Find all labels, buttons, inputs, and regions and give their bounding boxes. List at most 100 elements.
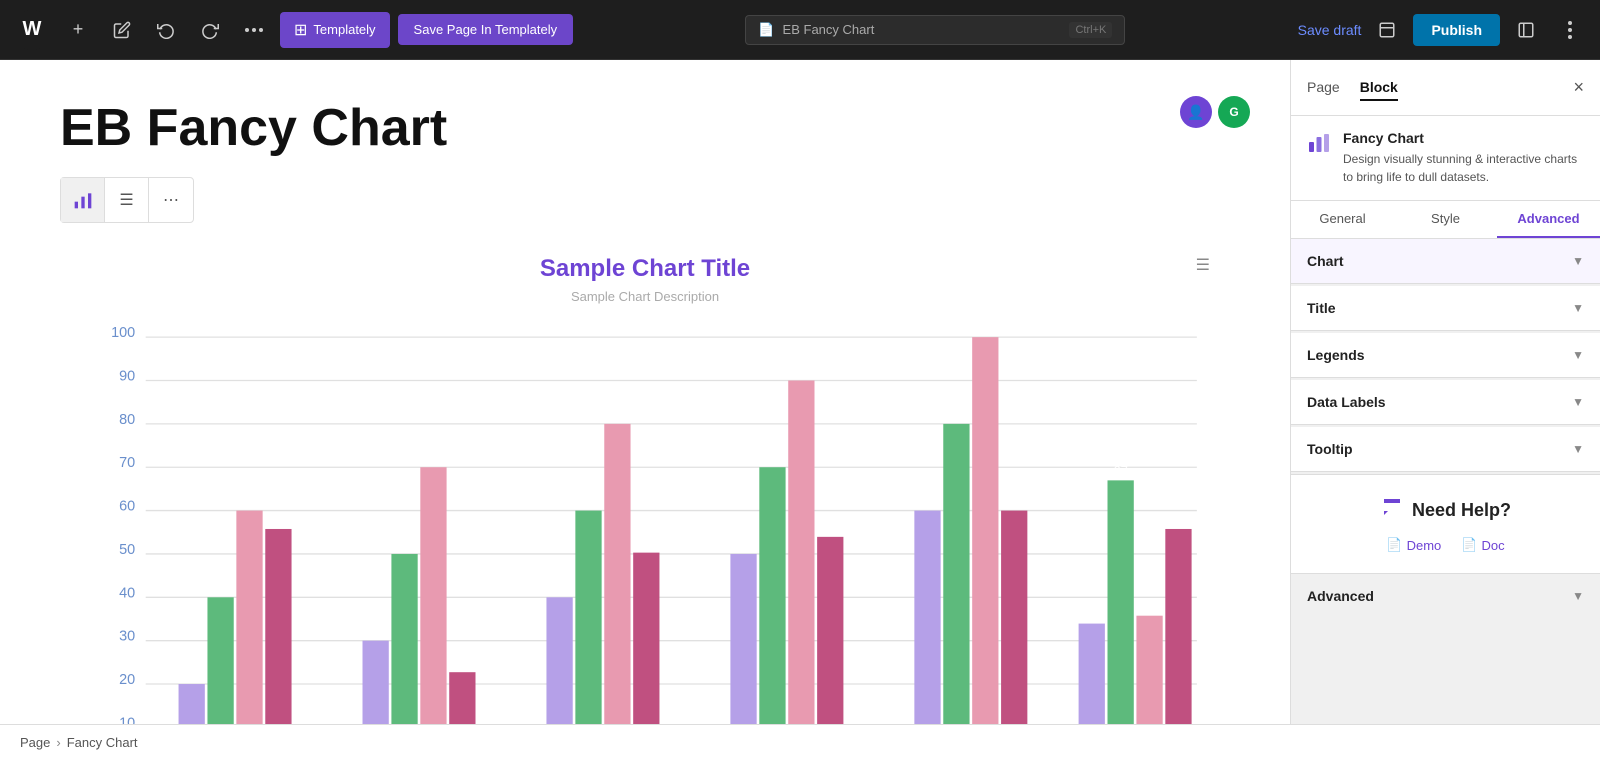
- block-toolbar: ☰ ⋯: [60, 177, 194, 223]
- svg-text:20: 20: [184, 667, 199, 682]
- plugin-desc: Design visually stunning & interactive c…: [1343, 150, 1584, 186]
- svg-text:50: 50: [736, 537, 751, 552]
- accordion-legends-chevron: ▼: [1572, 348, 1584, 362]
- canvas-area: 👤 G EB Fancy Chart ☰ ⋯ ☰ Sample Chart Ti…: [0, 60, 1290, 760]
- search-text: EB Fancy Chart: [783, 22, 875, 37]
- toolbar-center: 📄 EB Fancy Chart Ctrl+K: [581, 15, 1289, 45]
- help-section: Need Help? 📄 Demo 📄 Doc: [1291, 474, 1600, 573]
- accordion-chart-label: Chart: [1307, 253, 1344, 269]
- advanced-chevron: ▼: [1572, 589, 1584, 603]
- more-tools-button[interactable]: [236, 12, 272, 48]
- templately-button[interactable]: ⊞ Templately: [280, 12, 390, 48]
- svg-text:20: 20: [119, 672, 135, 688]
- svg-text:30: 30: [119, 629, 135, 645]
- accordion-list: Chart ▼ Title ▼ Legends ▼ Data Labels: [1291, 239, 1600, 760]
- doc-icon: 📄: [1461, 537, 1477, 553]
- plugin-info: Fancy Chart Design visually stunning & i…: [1291, 116, 1600, 201]
- svg-text:60: 60: [920, 494, 935, 509]
- accordion-chart-header[interactable]: Chart ▼: [1291, 239, 1600, 283]
- demo-icon: 📄: [1386, 537, 1402, 553]
- svg-text:34: 34: [1084, 607, 1099, 622]
- canvas-content: 👤 G EB Fancy Chart ☰ ⋯ ☰ Sample Chart Ti…: [0, 60, 1290, 760]
- list-toolbar-icon[interactable]: ☰: [105, 178, 149, 222]
- help-icon: [1380, 495, 1404, 525]
- svg-text:36: 36: [1142, 599, 1157, 614]
- save-templately-button[interactable]: Save Page In Templately: [398, 14, 574, 45]
- settings-button[interactable]: [1508, 12, 1544, 48]
- sub-tab-style[interactable]: Style: [1394, 201, 1497, 238]
- tab-block[interactable]: Block: [1360, 75, 1398, 101]
- svg-text:60: 60: [1007, 494, 1022, 509]
- advanced-section: Advanced ▼: [1291, 573, 1600, 618]
- svg-text:67: 67: [1113, 463, 1128, 478]
- bar-group-item3: 40 60 80 52 Item 3: [546, 407, 659, 760]
- svg-text:60: 60: [242, 494, 257, 509]
- plugin-icon: [1307, 132, 1331, 162]
- accordion-title-header[interactable]: Title ▼: [1291, 286, 1600, 330]
- svg-text:52: 52: [639, 536, 654, 551]
- more-toolbar-icon[interactable]: ⋯: [149, 178, 193, 222]
- search-bar[interactable]: 📄 EB Fancy Chart Ctrl+K: [745, 15, 1125, 45]
- sub-tab-advanced[interactable]: Advanced: [1497, 201, 1600, 238]
- right-panel: Page Block × Fancy Chart Design visually…: [1290, 60, 1600, 760]
- page-title: EB Fancy Chart: [60, 100, 1230, 157]
- doc-link[interactable]: 📄 Doc: [1461, 537, 1504, 553]
- more-options-button[interactable]: [1552, 12, 1588, 48]
- bar-chart-svg: 0 10 20 30 40 50 60 70 80 90 100: [80, 324, 1210, 760]
- svg-text:50: 50: [119, 542, 135, 558]
- svg-text:30: 30: [368, 624, 383, 639]
- breadcrumb-separator: ›: [56, 735, 60, 750]
- svg-text:70: 70: [426, 450, 441, 465]
- accordion-tooltip-header[interactable]: Tooltip ▼: [1291, 427, 1600, 471]
- svg-text:40: 40: [213, 580, 228, 595]
- advanced-label: Advanced: [1307, 588, 1374, 604]
- svg-text:40: 40: [552, 580, 567, 595]
- edit-button[interactable]: [104, 12, 140, 48]
- bar-group-item1: 30 50 70 24 Item 1: [363, 450, 476, 760]
- accordion-chart: Chart ▼: [1291, 239, 1600, 284]
- svg-text:80: 80: [949, 407, 964, 422]
- plugin-text: Fancy Chart Design visually stunning & i…: [1343, 130, 1584, 186]
- save-draft-button[interactable]: Save draft: [1298, 22, 1362, 38]
- templately-icon: ⊞: [294, 20, 307, 40]
- chart-toolbar-icon[interactable]: [61, 178, 105, 222]
- panel-tabs: Page Block: [1307, 75, 1398, 101]
- breadcrumb-root[interactable]: Page: [20, 735, 50, 750]
- svg-text:100: 100: [111, 325, 135, 341]
- redo-button[interactable]: [192, 12, 228, 48]
- accordion-legends: Legends ▼: [1291, 333, 1600, 378]
- accordion-data-labels-chevron: ▼: [1572, 395, 1584, 409]
- svg-text:100: 100: [974, 324, 996, 335]
- svg-text:60: 60: [581, 494, 596, 509]
- panel-header: Page Block ×: [1291, 60, 1600, 116]
- help-text: Need Help?: [1412, 500, 1511, 521]
- search-file-icon: 📄: [758, 22, 774, 38]
- help-title: Need Help?: [1307, 495, 1584, 525]
- tab-page[interactable]: Page: [1307, 75, 1340, 101]
- toolbar: W + ⊞ Templately Save Page In Templately…: [0, 0, 1600, 60]
- svg-text:40: 40: [119, 585, 135, 601]
- accordion-legends-header[interactable]: Legends ▼: [1291, 333, 1600, 377]
- user-icon[interactable]: 👤: [1180, 96, 1212, 128]
- chart-menu-icon[interactable]: ☰: [1196, 255, 1210, 275]
- wp-logo[interactable]: W: [12, 10, 52, 50]
- accordion-data-labels-header[interactable]: Data Labels ▼: [1291, 380, 1600, 424]
- close-panel-button[interactable]: ×: [1573, 77, 1584, 98]
- advanced-header[interactable]: Advanced ▼: [1291, 574, 1600, 618]
- svg-text:90: 90: [794, 363, 809, 378]
- svg-text:24: 24: [455, 655, 470, 670]
- add-block-button[interactable]: +: [60, 12, 96, 48]
- bar-group-item4: 50 70 90 54 Item 4: [730, 363, 843, 760]
- svg-text:54: 54: [823, 520, 838, 535]
- chart-description: Sample Chart Description: [80, 289, 1210, 304]
- grammarly-icon[interactable]: G: [1218, 96, 1250, 128]
- undo-button[interactable]: [148, 12, 184, 48]
- publish-button[interactable]: Publish: [1413, 14, 1500, 46]
- demo-link[interactable]: 📄 Demo: [1386, 537, 1441, 553]
- view-modes-button[interactable]: [1369, 12, 1405, 48]
- accordion-chart-chevron: ▼: [1572, 254, 1584, 268]
- accordion-title-label: Title: [1307, 300, 1336, 316]
- svg-text:50: 50: [397, 537, 412, 552]
- sub-tab-general[interactable]: General: [1291, 201, 1394, 238]
- accordion-legends-label: Legends: [1307, 347, 1365, 363]
